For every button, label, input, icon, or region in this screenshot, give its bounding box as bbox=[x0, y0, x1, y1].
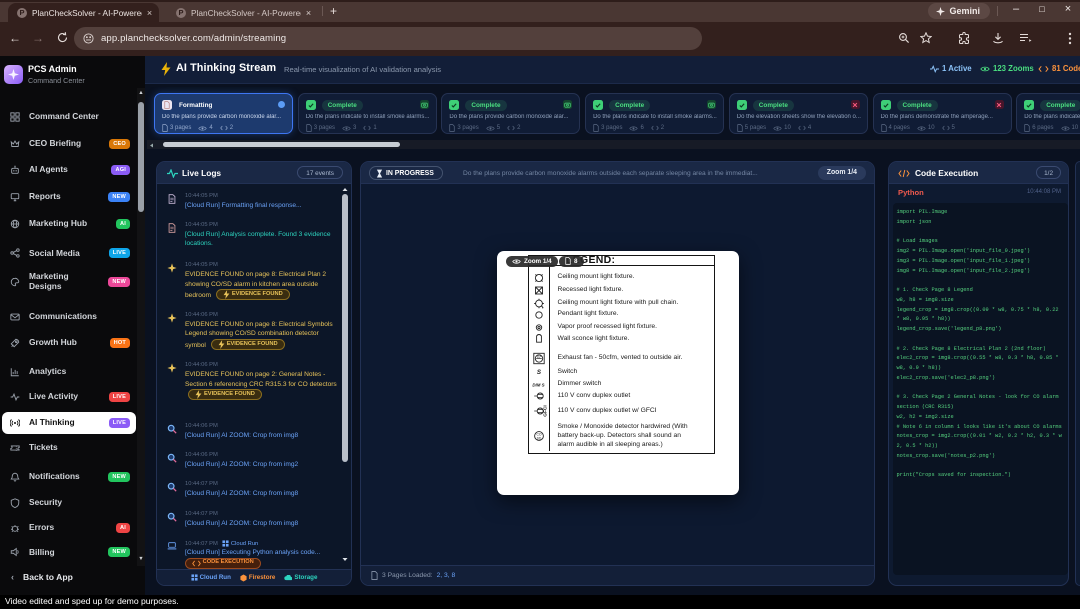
svg-text:GFCI: GFCI bbox=[542, 404, 548, 416]
svg-text:SD: SD bbox=[537, 436, 542, 440]
svg-text:DIM S: DIM S bbox=[532, 382, 544, 387]
svg-text:S: S bbox=[537, 369, 542, 376]
